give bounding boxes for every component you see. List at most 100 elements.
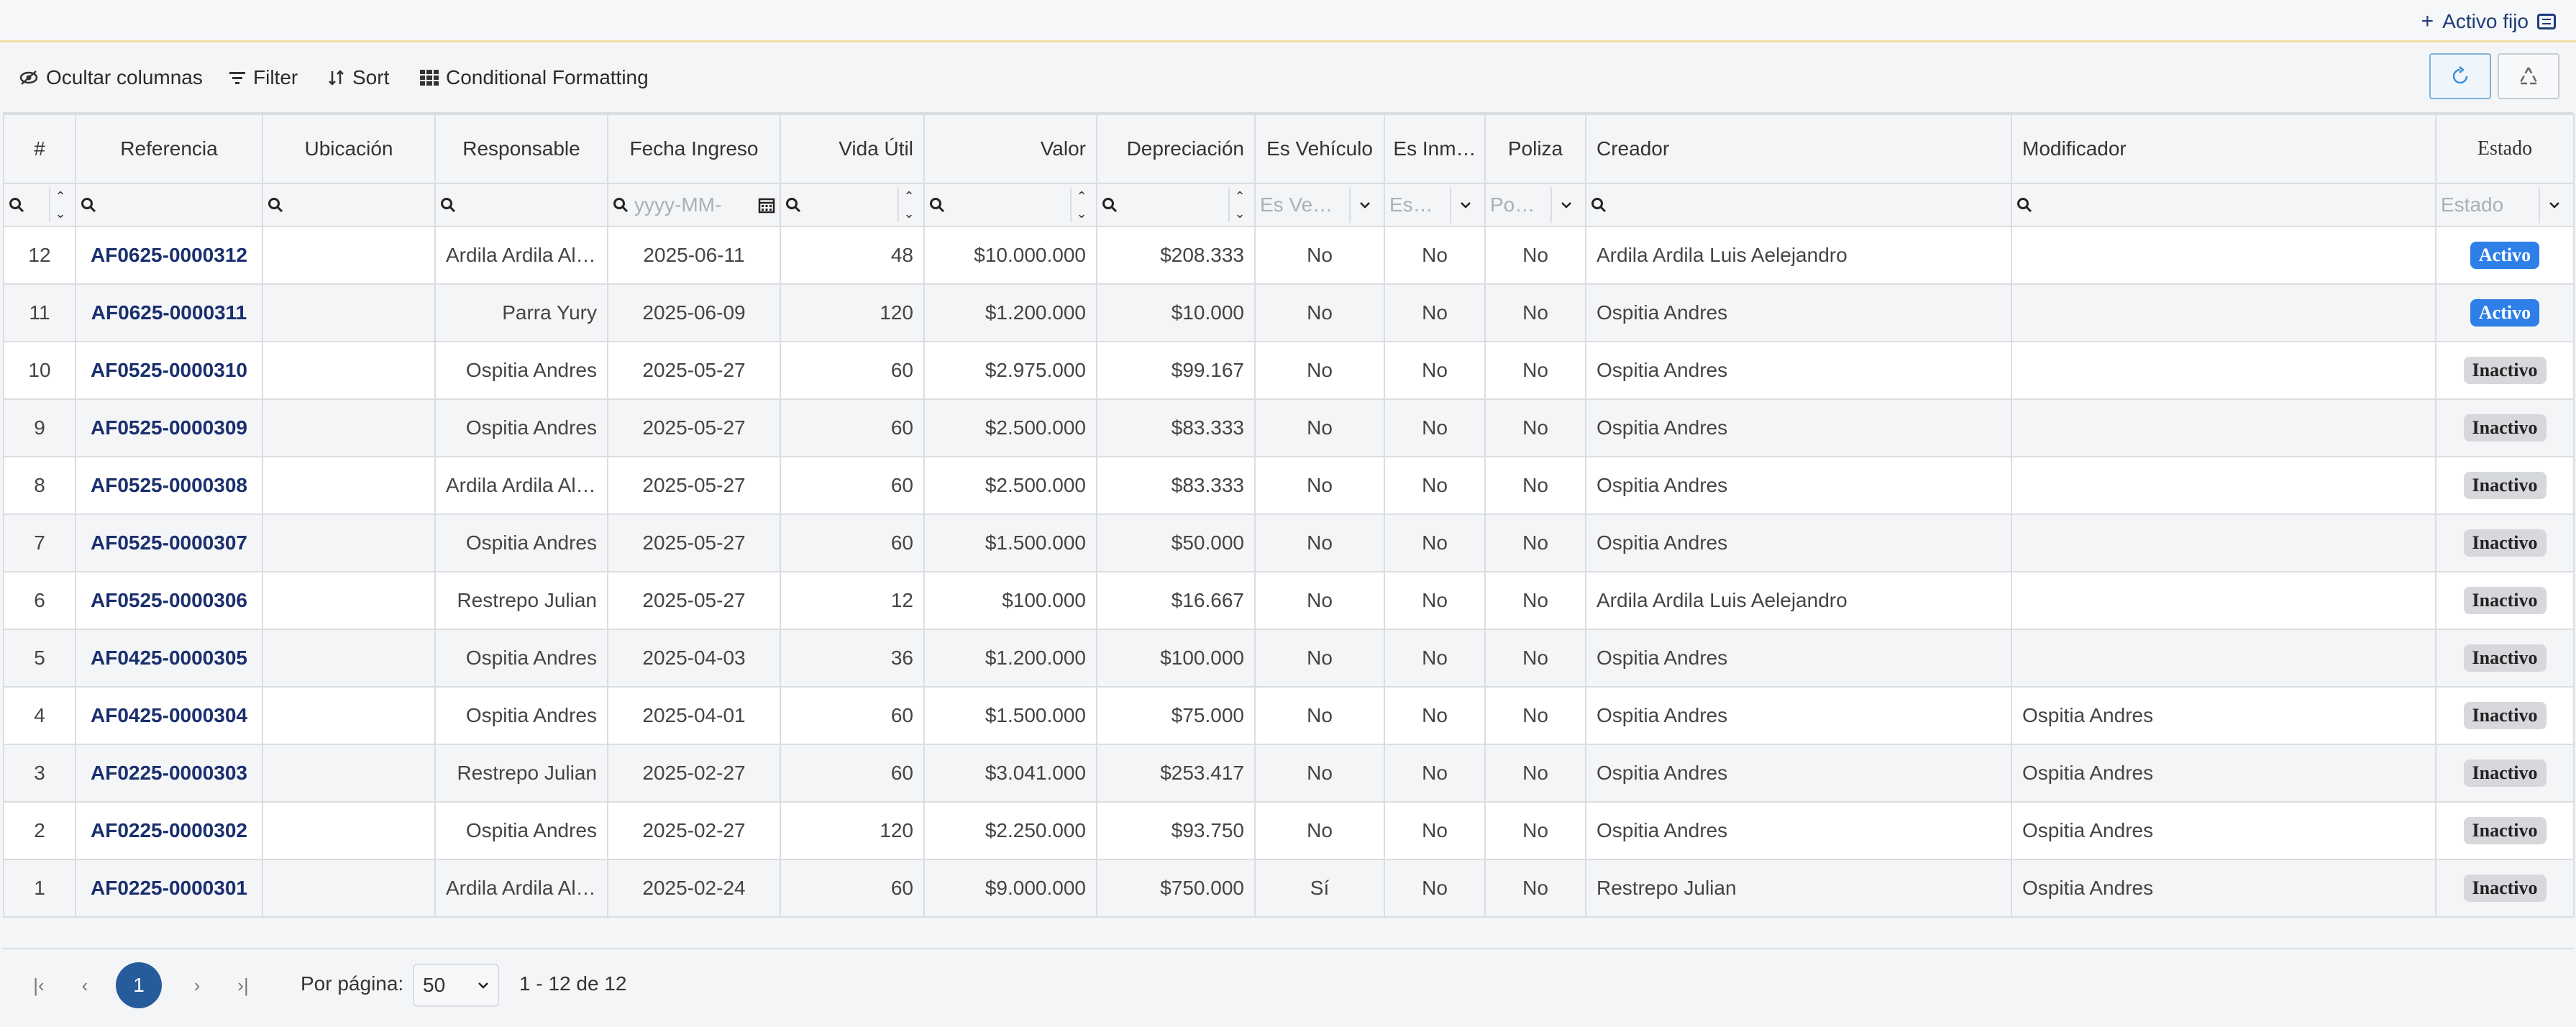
row-estado: Inactivo	[2435, 514, 2575, 572]
chevron-down-icon[interactable]	[1349, 187, 1379, 223]
next-page-button[interactable]: ›	[183, 971, 211, 1000]
column-header-depreciacion[interactable]: Depreciación	[1096, 114, 1256, 184]
number-spinner[interactable]: ⌃ ⌄	[49, 188, 70, 222]
column-header-es-inmueble[interactable]: Es Inm…	[1384, 114, 1486, 184]
status-badge: Activo	[2470, 299, 2540, 327]
depreciacion-spinner[interactable]: ⌃ ⌄	[1228, 188, 1250, 222]
chevron-down-icon[interactable]	[1550, 187, 1581, 223]
table-row[interactable]: 7 AF0525-0000307 Ospitia Andres 2025-05-27 6…	[3, 514, 2575, 572]
row-referencia[interactable]: AF0525-0000309	[75, 398, 263, 457]
filter-es-vehiculo[interactable]: Es Ve…	[1254, 183, 1385, 227]
row-fecha-ingreso: 2025-02-27	[607, 801, 781, 860]
row-referencia[interactable]: AF0625-0000311	[75, 283, 263, 342]
column-header-fecha-ingreso[interactable]: Fecha Ingreso	[607, 114, 781, 184]
table-row[interactable]: 4 AF0425-0000304 Ospitia Andres 2025-04-01 6…	[3, 686, 2575, 745]
prev-page-button[interactable]: ‹	[70, 971, 99, 1000]
column-header-number[interactable]: #	[3, 114, 76, 184]
filter-vida-util[interactable]: ⌃ ⌄	[780, 183, 925, 227]
chevron-down-icon[interactable]	[1450, 187, 1480, 223]
calendar-icon[interactable]	[758, 196, 775, 214]
row-responsable: Ospitia Andres	[434, 398, 608, 457]
top-bar: + Activo fijo	[0, 0, 2576, 42]
row-referencia[interactable]: AF0525-0000306	[75, 571, 263, 630]
row-referencia[interactable]: AF0425-0000304	[75, 686, 263, 745]
column-header-ubicacion[interactable]: Ubicación	[262, 114, 436, 184]
table-row[interactable]: 8 AF0525-0000308 Ardila Ardila Alej… 2025-0…	[3, 456, 2575, 515]
row-depreciacion: $83.333	[1096, 398, 1256, 457]
chevron-down-icon	[478, 982, 488, 989]
row-es-inmueble: No	[1384, 801, 1486, 860]
column-header-poliza[interactable]: Poliza	[1484, 114, 1586, 184]
column-header-valor[interactable]: Valor	[923, 114, 1097, 184]
chevron-down-icon[interactable]	[2539, 187, 2569, 223]
add-activo-fijo-button[interactable]: + Activo fijo	[2421, 7, 2556, 36]
last-page-button[interactable]: ›|	[229, 971, 257, 1000]
valor-spinner[interactable]: ⌃ ⌄	[1070, 188, 1092, 222]
table-row[interactable]: 6 AF0525-0000306 Restrepo Julian 2025-05-27…	[3, 571, 2575, 630]
column-header-estado[interactable]: Estado	[2435, 114, 2575, 184]
row-vida-util: 36	[780, 629, 925, 688]
row-modificador	[2011, 341, 2436, 400]
filter-depreciacion[interactable]: ⌃ ⌄	[1096, 183, 1256, 227]
filter-modificador[interactable]	[2011, 183, 2436, 227]
row-depreciacion: $10.000	[1096, 283, 1256, 342]
sort-button[interactable]: Sort	[328, 63, 389, 92]
column-header-vida-util[interactable]: Vida Útil	[780, 114, 925, 184]
search-icon	[786, 198, 801, 213]
row-referencia[interactable]: AF0625-0000312	[75, 226, 263, 285]
row-referencia[interactable]: AF0525-0000308	[75, 456, 263, 515]
row-poliza: No	[1484, 456, 1586, 515]
row-responsable: Ospitia Andres	[434, 341, 608, 400]
row-referencia[interactable]: AF0225-0000301	[75, 859, 263, 918]
row-referencia[interactable]: AF0225-0000302	[75, 801, 263, 860]
per-page-select[interactable]: 50	[413, 964, 499, 1007]
column-header-creador[interactable]: Creador	[1585, 114, 2012, 184]
recycle-button[interactable]	[2498, 53, 2559, 99]
column-header-referencia[interactable]: Referencia	[75, 114, 263, 184]
filter-creador[interactable]	[1585, 183, 2012, 227]
row-referencia[interactable]: AF0425-0000305	[75, 629, 263, 688]
conditional-formatting-button[interactable]: Conditional Formatting	[420, 63, 649, 92]
first-page-button[interactable]: |‹	[24, 971, 53, 1000]
row-referencia[interactable]: AF0525-0000307	[75, 514, 263, 572]
row-referencia[interactable]: AF0225-0000303	[75, 744, 263, 803]
row-creador: Ospitia Andres	[1585, 744, 2012, 803]
filter-number[interactable]: ⌃ ⌄	[3, 183, 76, 227]
column-header-responsable[interactable]: Responsable	[434, 114, 608, 184]
vida-spinner[interactable]: ⌃ ⌄	[898, 188, 919, 222]
filter-referencia[interactable]	[75, 183, 263, 227]
filter-valor[interactable]: ⌃ ⌄	[923, 183, 1097, 227]
search-icon	[1591, 198, 1607, 213]
hide-columns-button[interactable]: Ocultar columnas	[19, 63, 203, 92]
table-row[interactable]: 11 AF0625-0000311 Parra Yury 2025-06-09 120 $…	[3, 283, 2575, 342]
row-modificador	[2011, 283, 2436, 342]
filter-ubicacion[interactable]	[262, 183, 436, 227]
row-es-vehiculo: No	[1254, 226, 1385, 285]
filter-responsable[interactable]	[434, 183, 608, 227]
filter-poliza[interactable]: Po…	[1484, 183, 1586, 227]
search-icon	[930, 198, 945, 213]
table-row[interactable]: 1 AF0225-0000301 Ardila Ardila Alej… 2025-0…	[3, 859, 2575, 918]
row-vida-util: 60	[780, 744, 925, 803]
fecha-placeholder: yyyy-MM-	[634, 193, 722, 216]
row-number: 12	[3, 226, 76, 285]
row-estado: Inactivo	[2435, 859, 2575, 918]
filter-es-inmueble[interactable]: Es…	[1384, 183, 1486, 227]
filter-fecha-ingreso[interactable]: yyyy-MM-	[607, 183, 781, 227]
table-row[interactable]: 10 AF0525-0000310 Ospitia Andres 2025-05-27…	[3, 341, 2575, 400]
table-row[interactable]: 2 AF0225-0000302 Ospitia Andres 2025-02-27 1…	[3, 801, 2575, 860]
table-row[interactable]: 12 AF0625-0000312 Ardila Ardila Alej… 2025-…	[3, 226, 2575, 285]
table-row[interactable]: 3 AF0225-0000303 Restrepo Julian 2025-02-27…	[3, 744, 2575, 803]
current-page[interactable]: 1	[116, 962, 162, 1008]
row-responsable: Ospitia Andres	[434, 514, 608, 572]
row-depreciacion: $93.750	[1096, 801, 1256, 860]
table-row[interactable]: 9 AF0525-0000309 Ospitia Andres 2025-05-27 6…	[3, 398, 2575, 457]
filter-button[interactable]: Filter	[229, 63, 298, 92]
column-header-es-vehiculo[interactable]: Es Vehículo	[1254, 114, 1385, 184]
refresh-button[interactable]	[2429, 53, 2491, 99]
row-referencia[interactable]: AF0525-0000310	[75, 341, 263, 400]
table-row[interactable]: 5 AF0425-0000305 Ospitia Andres 2025-04-03 3…	[3, 629, 2575, 688]
column-header-modificador[interactable]: Modificador	[2011, 114, 2436, 184]
filter-estado[interactable]: Estado	[2435, 183, 2575, 227]
row-ubicacion	[262, 744, 436, 803]
